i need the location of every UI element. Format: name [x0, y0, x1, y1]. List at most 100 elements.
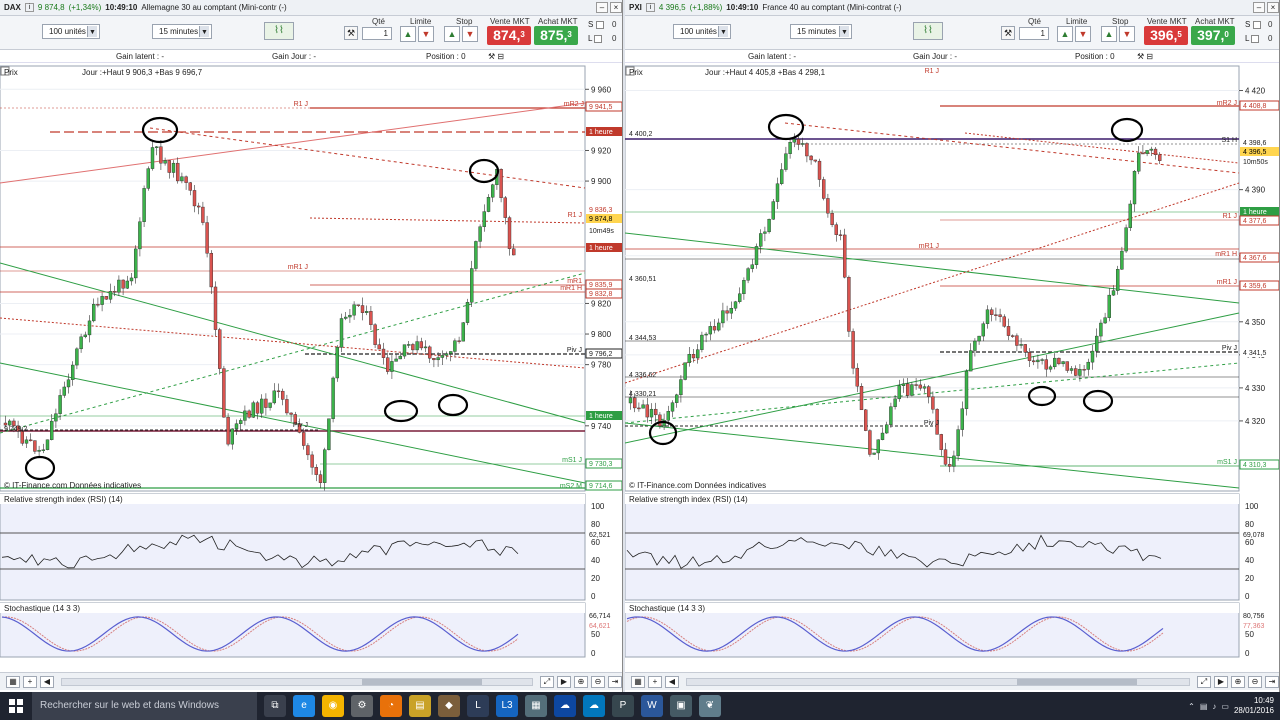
sell-market-button[interactable]: 874,3 — [487, 26, 531, 45]
candle-up — [163, 160, 167, 164]
taskbar-search-input[interactable]: Rechercher sur le web et dans Windows — [32, 692, 257, 720]
scroll-track[interactable] — [686, 677, 1190, 686]
arrow-right-icon[interactable]: ▶ — [1214, 675, 1228, 688]
stop-buy-icon[interactable]: ▲ — [444, 26, 460, 42]
zoom-in-icon[interactable]: ⊕ — [574, 675, 588, 688]
l-label: L — [588, 34, 593, 43]
units-select[interactable]: 100 unités ▼ — [42, 24, 100, 39]
crosshair-icon[interactable]: + — [648, 675, 662, 688]
price-panel[interactable] — [625, 65, 1240, 492]
volume-icon[interactable]: ♪ — [1212, 702, 1216, 711]
limit-buy-icon[interactable]: ▲ — [1057, 26, 1073, 42]
chart-scrollbar[interactable]: ▦ + ◀ ⤢ ▶ ⊕ ⊖ ⇥ — [625, 672, 1279, 690]
tray-chevron-icon[interactable]: ⌃ — [1188, 702, 1195, 711]
l-field[interactable]: L — [588, 34, 603, 43]
qty-input[interactable]: 1 — [1019, 27, 1049, 40]
grid-icon[interactable]: ▦ — [6, 675, 20, 688]
limit-sell-icon[interactable]: ▼ — [1075, 26, 1091, 42]
timeframe-select[interactable]: 15 minutes ▼ — [152, 24, 212, 39]
taskbar-app-bird[interactable]: ❦ — [699, 695, 721, 717]
taskbar-clock[interactable]: 10:49 28/01/2016 — [1234, 696, 1274, 716]
candle-down — [184, 176, 188, 183]
candle-down — [247, 410, 251, 418]
rsi-panel[interactable] — [625, 493, 1240, 601]
limit-buy-icon[interactable]: ▲ — [400, 26, 416, 42]
s-field[interactable]: S — [588, 20, 604, 29]
notification-icon[interactable]: ▭ — [1221, 702, 1229, 711]
taskbar-app-app-p[interactable]: P — [612, 695, 634, 717]
info-icon[interactable]: i — [645, 3, 655, 12]
minimize-button[interactable]: – — [596, 2, 608, 13]
close-button[interactable]: × — [1267, 2, 1279, 13]
candle-down — [205, 222, 209, 254]
candle-up — [365, 311, 369, 313]
position-tools-icon[interactable]: ⚒ ⊟ — [1137, 52, 1153, 61]
taskbar-app-cloud[interactable]: ☁ — [554, 695, 576, 717]
s-checkbox[interactable] — [1252, 20, 1261, 29]
taskbar-app-task-view[interactable]: ⧉ — [264, 695, 286, 717]
grid-icon[interactable]: ▦ — [631, 675, 645, 688]
taskbar-app-settings[interactable]: ⚙ — [351, 695, 373, 717]
scroll-thumb[interactable] — [362, 678, 482, 685]
scroll-thumb[interactable] — [1017, 678, 1137, 685]
l-checkbox[interactable] — [594, 34, 603, 43]
taskbar-app-app-l[interactable]: L — [467, 695, 489, 717]
taskbar-app-explorer[interactable]: ▦ — [525, 695, 547, 717]
wrench-icon[interactable]: ⚒ — [344, 26, 358, 40]
sell-market-button[interactable]: 396,5 — [1144, 26, 1188, 45]
arrow-left-icon[interactable]: ◀ — [665, 675, 679, 688]
chart-type-icon[interactable]: ⌇⌇ — [264, 22, 294, 40]
candle-up — [1099, 322, 1103, 337]
price-chart-dax[interactable]: Prix Jour :+Haut 9 906,3 +Bas 9 696,7 9 96… — [0, 63, 623, 658]
chart-type-icon[interactable]: ⌇⌇ — [913, 22, 943, 40]
stop-sell-icon[interactable]: ▼ — [462, 26, 478, 42]
taskbar-app-files[interactable]: ▤ — [409, 695, 431, 717]
zoom-out-icon[interactable]: ⊖ — [591, 675, 605, 688]
position-tools-icon[interactable]: ⚒ ⊟ — [488, 52, 504, 61]
taskbar-app-app[interactable]: ▣ — [670, 695, 692, 717]
wrench-icon[interactable]: ⚒ — [1001, 26, 1015, 40]
taskbar-app-app-l3[interactable]: L3 — [496, 695, 518, 717]
candle-up — [331, 377, 335, 419]
buy-market-button[interactable]: 875,3 — [534, 26, 578, 45]
price-chart-cac[interactable]: Prix Jour :+Haut 4 405,8 +Bas 4 298,1 4 42… — [625, 63, 1280, 658]
arrow-left-icon[interactable]: ◀ — [40, 675, 54, 688]
level-label: R1 J — [925, 68, 939, 75]
start-button[interactable] — [0, 692, 32, 720]
stop-label: Stop — [1112, 17, 1129, 26]
candle-up — [670, 402, 675, 412]
chart-scrollbar[interactable]: ▦ + ◀ ⤢ ▶ ⊕ ⊖ ⇥ — [0, 672, 622, 690]
taskbar-app-onedrive[interactable]: ☁ — [583, 695, 605, 717]
fit-icon[interactable]: ⤢ — [1197, 675, 1211, 688]
arrow-right-icon[interactable]: ▶ — [557, 675, 571, 688]
minimize-button[interactable]: – — [1253, 2, 1265, 13]
zoom-out-icon[interactable]: ⊖ — [1248, 675, 1262, 688]
taskbar-app-edge[interactable]: e — [293, 695, 315, 717]
s-checkbox[interactable] — [595, 20, 604, 29]
limit-sell-icon[interactable]: ▼ — [418, 26, 434, 42]
stop-sell-icon[interactable]: ▼ — [1119, 26, 1135, 42]
info-icon[interactable]: i — [24, 3, 34, 12]
network-icon[interactable]: ▤ — [1200, 702, 1208, 711]
level-label: Piv J — [567, 347, 582, 354]
l-field[interactable]: L — [1245, 34, 1260, 43]
buy-market-button[interactable]: 397,0 — [1191, 26, 1235, 45]
units-select[interactable]: 100 unités ▼ — [673, 24, 731, 39]
stop-buy-icon[interactable]: ▲ — [1101, 26, 1117, 42]
close-button[interactable]: × — [610, 2, 622, 13]
timeframe-select[interactable]: 15 minutes ▼ — [790, 24, 852, 39]
taskbar-app-game[interactable]: ◆ — [438, 695, 460, 717]
zoom-in-icon[interactable]: ⊕ — [1231, 675, 1245, 688]
taskbar-app-word[interactable]: W — [641, 695, 663, 717]
skip-end-icon[interactable]: ⇥ — [608, 675, 622, 688]
skip-end-icon[interactable]: ⇥ — [1265, 675, 1279, 688]
scroll-track[interactable] — [61, 677, 533, 686]
fit-icon[interactable]: ⤢ — [540, 675, 554, 688]
crosshair-icon[interactable]: + — [23, 675, 37, 688]
rsi-panel[interactable] — [0, 493, 586, 601]
qty-input[interactable]: 1 — [362, 27, 392, 40]
s-field[interactable]: S — [1245, 20, 1261, 29]
taskbar-app-chrome[interactable]: ◉ — [322, 695, 344, 717]
l-checkbox[interactable] — [1251, 34, 1260, 43]
taskbar-app-firefox[interactable]: ◔ — [380, 695, 402, 717]
